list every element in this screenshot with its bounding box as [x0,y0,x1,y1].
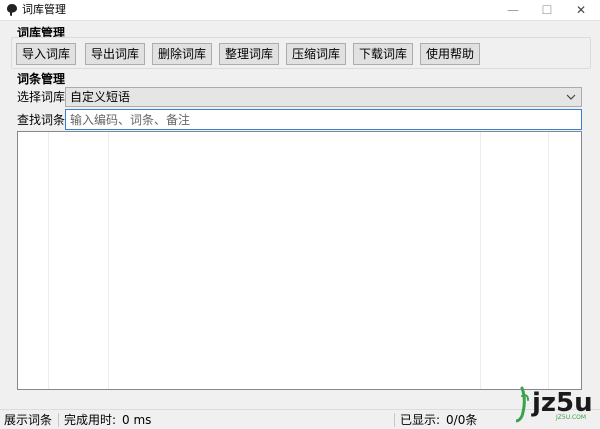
select-library-label: 选择词库 [17,90,66,104]
status-shown: 已显示: 0/0条 [400,411,477,429]
status-bar: 展示词条 完成用时: 0 ms 已显示: 0/0条 [0,409,600,429]
library-select[interactable]: 自定义短语 [65,87,582,107]
status-separator [394,413,395,427]
organize-library-button[interactable]: 整理词库 [219,43,279,65]
delete-library-button[interactable]: 删除词库 [152,43,212,65]
site-logo: jz5u JZ5U.COM [514,386,598,429]
search-input[interactable] [65,109,582,130]
window-title: 词库管理 [22,3,66,16]
entry-section-label: 词条管理 [17,72,66,86]
status-elapsed: 完成用时: 0 ms [64,411,151,429]
shown-value: 0/0条 [446,413,478,427]
help-button[interactable]: 使用帮助 [420,43,480,65]
maximize-button[interactable]: ☐ [530,0,564,20]
entry-list[interactable] [17,131,582,390]
status-separator [58,413,59,427]
compress-library-button[interactable]: 压缩词库 [286,43,346,65]
close-button[interactable]: ✕ [564,0,598,20]
download-library-button[interactable]: 下载词库 [353,43,413,65]
export-library-button[interactable]: 导出词库 [85,43,145,65]
status-mode: 展示词条 [4,413,53,427]
search-entry-label: 查找词条 [17,113,66,127]
column-divider [548,132,549,389]
minimize-button[interactable]: — [496,0,530,20]
column-divider [48,132,49,389]
elapsed-label: 完成用时: [64,413,117,427]
title-bar[interactable]: 词库管理 — ☐ ✕ [0,0,600,21]
logo-text: jz5u [532,388,593,418]
chevron-down-icon [566,94,576,100]
logo-subtext: JZ5U.COM [556,414,587,421]
elapsed-value: 0 ms [122,413,152,427]
column-divider [108,132,109,389]
column-divider [480,132,481,389]
shown-label: 已显示: [400,413,441,427]
import-library-button[interactable]: 导入词库 [16,43,76,65]
library-select-value: 自定义短语 [70,90,131,104]
app-icon [7,4,17,16]
